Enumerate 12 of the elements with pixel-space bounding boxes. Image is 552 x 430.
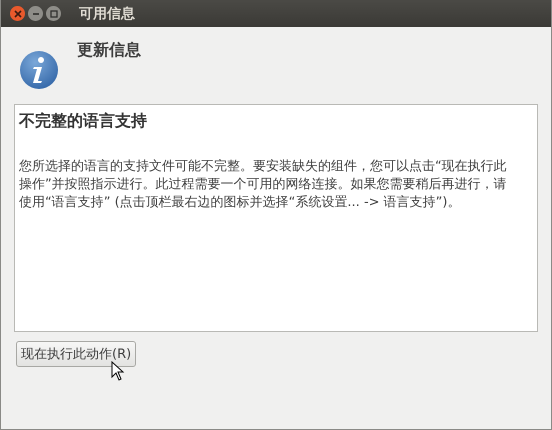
window-title: 可用信息 [79, 4, 135, 22]
info-icon [18, 49, 60, 91]
message-heading: 不完整的语言支持 [19, 111, 148, 132]
maximize-button[interactable] [46, 6, 61, 21]
close-icon [14, 10, 22, 18]
mouse-cursor-icon [111, 361, 125, 381]
maximize-icon [50, 10, 58, 18]
message-text: 您所选择的语言的支持文件可能不完整。要安装缺失的组件，您可以点击“现在执行此操作”并按照指示进行。此过程需要一个可用的网络连接。如果您需要稍后再进行，请使用“语言支持” (点击顶栏最右边的图标并选择“系统设置... -> 语言支持”)。 [19, 158, 508, 212]
header-title: 更新信息 [77, 40, 141, 61]
action-button[interactable]: 现在执行此动作(R) [16, 341, 136, 367]
minimize-button[interactable] [28, 6, 43, 21]
close-button[interactable] [10, 6, 25, 21]
